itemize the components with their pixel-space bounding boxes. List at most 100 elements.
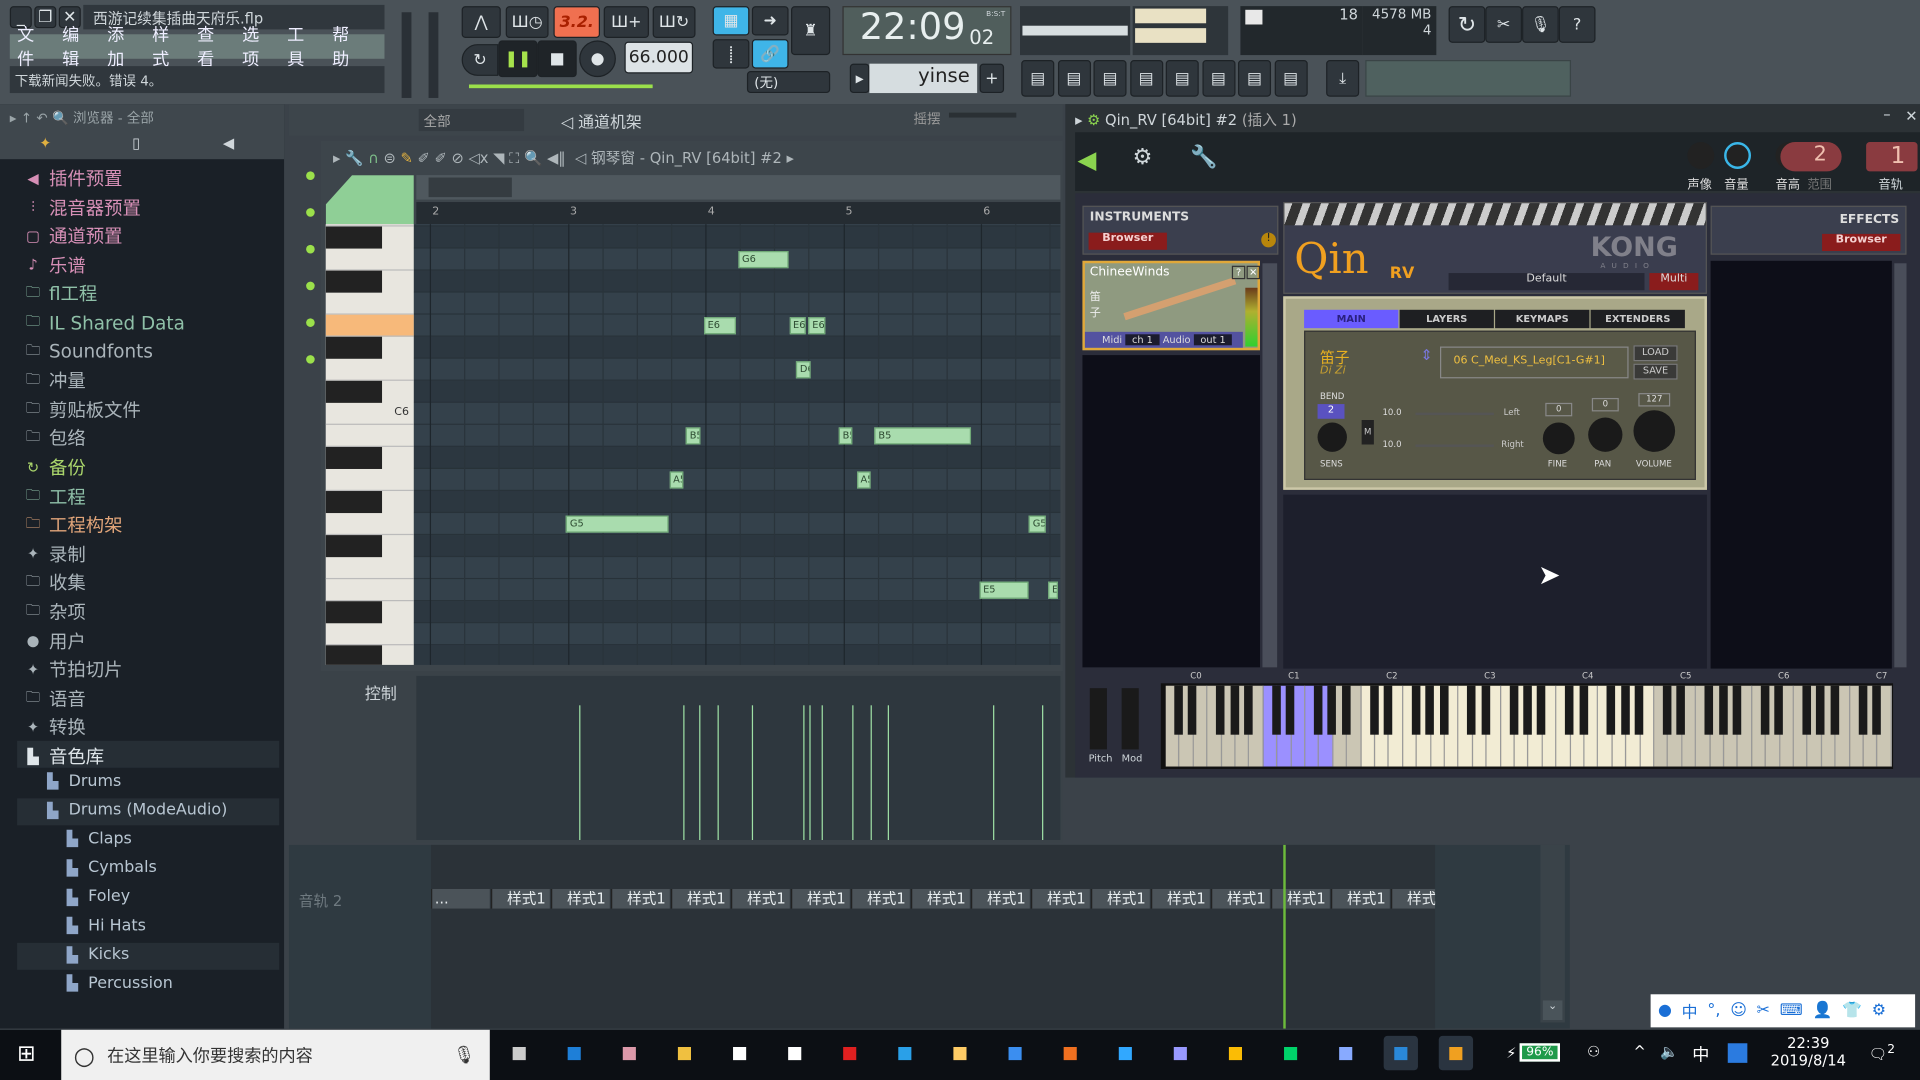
browser-item[interactable]: 🗀 工程构架 [24, 512, 123, 538]
velocity-bar[interactable] [888, 705, 890, 841]
velocity-bar[interactable] [699, 705, 701, 841]
black-key[interactable] [325, 491, 383, 514]
white-key[interactable] [325, 425, 414, 447]
white-key[interactable] [325, 293, 414, 315]
note[interactable]: G5 [566, 515, 669, 533]
microphone-icon[interactable]: 🎙 [1522, 6, 1559, 43]
black-key[interactable] [325, 535, 383, 558]
browser-subitem[interactable]: ▙ Drums [44, 772, 121, 790]
browser-item[interactable]: ✦ 转换 [24, 714, 86, 740]
knob-icon[interactable]: ♜ [791, 6, 831, 56]
tab-keymaps[interactable]: KEYMAPS [1495, 309, 1590, 329]
channel-led[interactable] [306, 318, 315, 327]
effects-scrollbar[interactable] [1894, 263, 1907, 668]
patch-field[interactable]: 06 C_Med_KS_Leg[C1-G#1] [1440, 346, 1629, 379]
mono-button[interactable]: M [1361, 420, 1374, 445]
premiere-icon[interactable]: ■ [1163, 1036, 1197, 1070]
menu-3[interactable]: 样式 [152, 22, 184, 71]
tab-extenders[interactable]: EXTENDERS [1590, 309, 1685, 329]
right-slider[interactable] [1415, 444, 1494, 447]
browser-subitem[interactable]: ▙ Cymbals [64, 859, 157, 877]
playlist-scrollbar[interactable]: ⌄ [1540, 844, 1565, 1023]
loop-icon[interactable]: ↻ [461, 44, 499, 76]
velocity-bar[interactable] [682, 705, 685, 841]
channel-led[interactable] [306, 171, 315, 181]
pan-knob[interactable] [1687, 142, 1715, 169]
slot-close-button[interactable]: ✕ [1246, 265, 1261, 280]
mixer-track-field[interactable]: 1 [1866, 142, 1918, 172]
browser-icon[interactable]: ▤ [1129, 60, 1163, 97]
black-key[interactable] [325, 336, 383, 359]
help-icon[interactable]: ? [1558, 6, 1596, 43]
velocity-bar[interactable] [1042, 705, 1044, 841]
playhead[interactable] [1283, 844, 1286, 1029]
save-button[interactable]: SAVE [1633, 363, 1678, 380]
black-key[interactable] [1383, 685, 1393, 735]
plugin-speaker-icon[interactable]: ◀ [1078, 144, 1097, 173]
black-key[interactable] [1565, 685, 1574, 735]
black-key[interactable] [1774, 685, 1784, 735]
multi-button[interactable]: Multi [1649, 273, 1699, 291]
timeline-ruler[interactable]: 2 3 4 5 6 [416, 202, 1061, 225]
black-key[interactable] [1481, 685, 1490, 735]
tab-layers[interactable]: LAYERS [1399, 309, 1494, 329]
black-key[interactable] [1607, 685, 1616, 735]
plugin-titlebar[interactable]: ▸ ⚙ Qin_RV [64bit] #2 (插入 1) [1075, 109, 1297, 130]
ime-punct[interactable]: °, [1707, 1002, 1720, 1020]
preset-field[interactable]: Default [1448, 273, 1645, 291]
pattern-clip[interactable]: 样式1 [1211, 888, 1270, 909]
note[interactable]: B5 [686, 427, 700, 445]
pattern-clip[interactable]: 样式1 [551, 888, 610, 909]
pitch-range-field[interactable]: 2 [1780, 142, 1842, 172]
browser-item[interactable]: ⫶ 混音器预置 [24, 194, 141, 220]
black-key[interactable] [1425, 685, 1435, 735]
left-slider[interactable] [1415, 412, 1494, 416]
browser-item[interactable]: 🗀 IL Shared Data [24, 310, 185, 336]
files-icon[interactable]: ▯ [132, 135, 140, 152]
pitch-wheel[interactable] [1089, 688, 1107, 750]
paint-icon[interactable]: ■ [612, 1036, 646, 1070]
qq-tray-icon[interactable] [1727, 1043, 1748, 1063]
plugin-close-button[interactable]: ✕ [1905, 108, 1917, 125]
menu-0[interactable]: 文件 [17, 22, 49, 71]
black-key[interactable] [1285, 685, 1295, 735]
pattern-clip[interactable]: 样式1 [911, 888, 970, 909]
black-key[interactable] [1439, 685, 1449, 735]
pattern-display[interactable]: 3.2. [553, 6, 601, 38]
velocity-bar[interactable] [717, 705, 719, 841]
black-key[interactable] [1369, 685, 1379, 735]
battery-icon[interactable]: ⚡ 96% [1506, 1043, 1560, 1062]
black-key[interactable] [1620, 685, 1630, 735]
note[interactable]: G5 [1029, 515, 1046, 533]
black-key[interactable] [1676, 685, 1686, 735]
velocity-bar[interactable] [992, 705, 995, 841]
pattern-clip[interactable]: 样式1 [1151, 888, 1210, 909]
browser-item[interactable]: ✦ 录制 [24, 541, 86, 567]
piano-keyboard[interactable]: C6 [325, 224, 414, 665]
fine-knob[interactable] [1542, 422, 1575, 455]
step-edit-button[interactable]: ➜ [751, 6, 789, 36]
tempo-tapper-icon[interactable]: ▤ [1274, 60, 1308, 97]
playlist-icon[interactable]: ▤ [1021, 60, 1055, 97]
audio-out[interactable]: out 1 [1194, 334, 1232, 346]
black-key[interactable] [325, 645, 383, 665]
note[interactable]: A5 [669, 471, 684, 489]
link-button[interactable]: 🔗 [751, 39, 789, 69]
people-icon[interactable]: ⚇ [1587, 1043, 1600, 1060]
channel-rack-icon[interactable]: ▤ [1057, 60, 1091, 97]
mixer-icon[interactable]: ▤ [1165, 60, 1199, 97]
menu-6[interactable]: 工具 [287, 22, 319, 71]
browser-subitem[interactable]: ▙ Claps [64, 830, 132, 848]
pattern-clip[interactable]: 样式1 [491, 888, 550, 909]
browser-item[interactable]: 🗀 Soundfonts [24, 339, 153, 365]
plugin-settings-icon[interactable]: ⚙ [1133, 144, 1153, 170]
volume-knob[interactable] [1724, 142, 1752, 169]
app-screen-icon[interactable]: ■ [1383, 1035, 1418, 1071]
note[interactable]: B5 [874, 427, 972, 445]
white-key[interactable] [325, 359, 414, 381]
white-key[interactable] [325, 579, 414, 602]
note-grid[interactable]: G6E6E6E6D6B5B5B5A5A5G5G5E5E5 [413, 224, 1061, 665]
black-key[interactable] [1537, 685, 1546, 735]
patch-arrows[interactable]: ⇕ [1420, 347, 1432, 364]
note[interactable]: A5 [856, 471, 871, 489]
